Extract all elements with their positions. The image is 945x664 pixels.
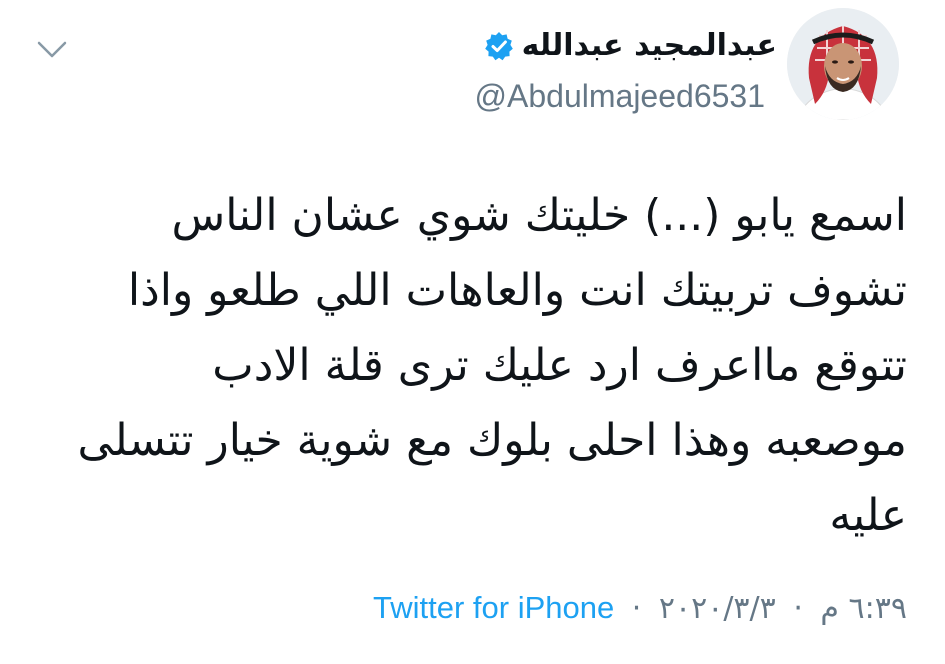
separator-dot: · (793, 591, 803, 626)
separator-dot: · (631, 591, 642, 626)
tweet-date[interactable]: ٢٠٢٠/٣/٣ (659, 591, 776, 626)
tweet-card: عبدالمجيد عبدالله @Abdulmajeed6531 اسمع … (0, 0, 945, 664)
display-name[interactable]: عبدالمجيد عبدالله (522, 26, 777, 66)
tweet-text-line: موصعبه وهذا احلى بلوك مع شوية خيار تتسلى (77, 415, 907, 466)
verified-badge-icon (484, 31, 514, 61)
chevron-down-icon[interactable] (36, 38, 68, 62)
author-name-row[interactable]: عبدالمجيد عبدالله (484, 26, 777, 66)
tweet-text-line: تشوف تربيتك انت والعاهات اللي طلعو واذا (127, 265, 907, 316)
author-handle[interactable]: @Abdulmajeed6531 (475, 76, 765, 116)
tweet-text: اسمع يابو (...) خليتك شوي عشان الناس تشو… (27, 178, 907, 553)
tweet-time[interactable]: ٦:٣٩ م (820, 591, 907, 626)
tweet-metadata: ٦:٣٩ م · ٢٠٢٠/٣/٣ · Twitter for iPhone (373, 586, 907, 631)
avatar[interactable] (787, 8, 899, 120)
tweet-text-line: اسمع يابو (...) خليتك شوي عشان الناس (171, 190, 907, 241)
profile-photo (787, 8, 899, 120)
tweet-text-line: عليه (829, 490, 907, 541)
tweet-text-line: تتوقع مااعرف ارد عليك ترى قلة الادب (212, 340, 907, 391)
tweet-source-link[interactable]: Twitter for iPhone (373, 590, 614, 625)
